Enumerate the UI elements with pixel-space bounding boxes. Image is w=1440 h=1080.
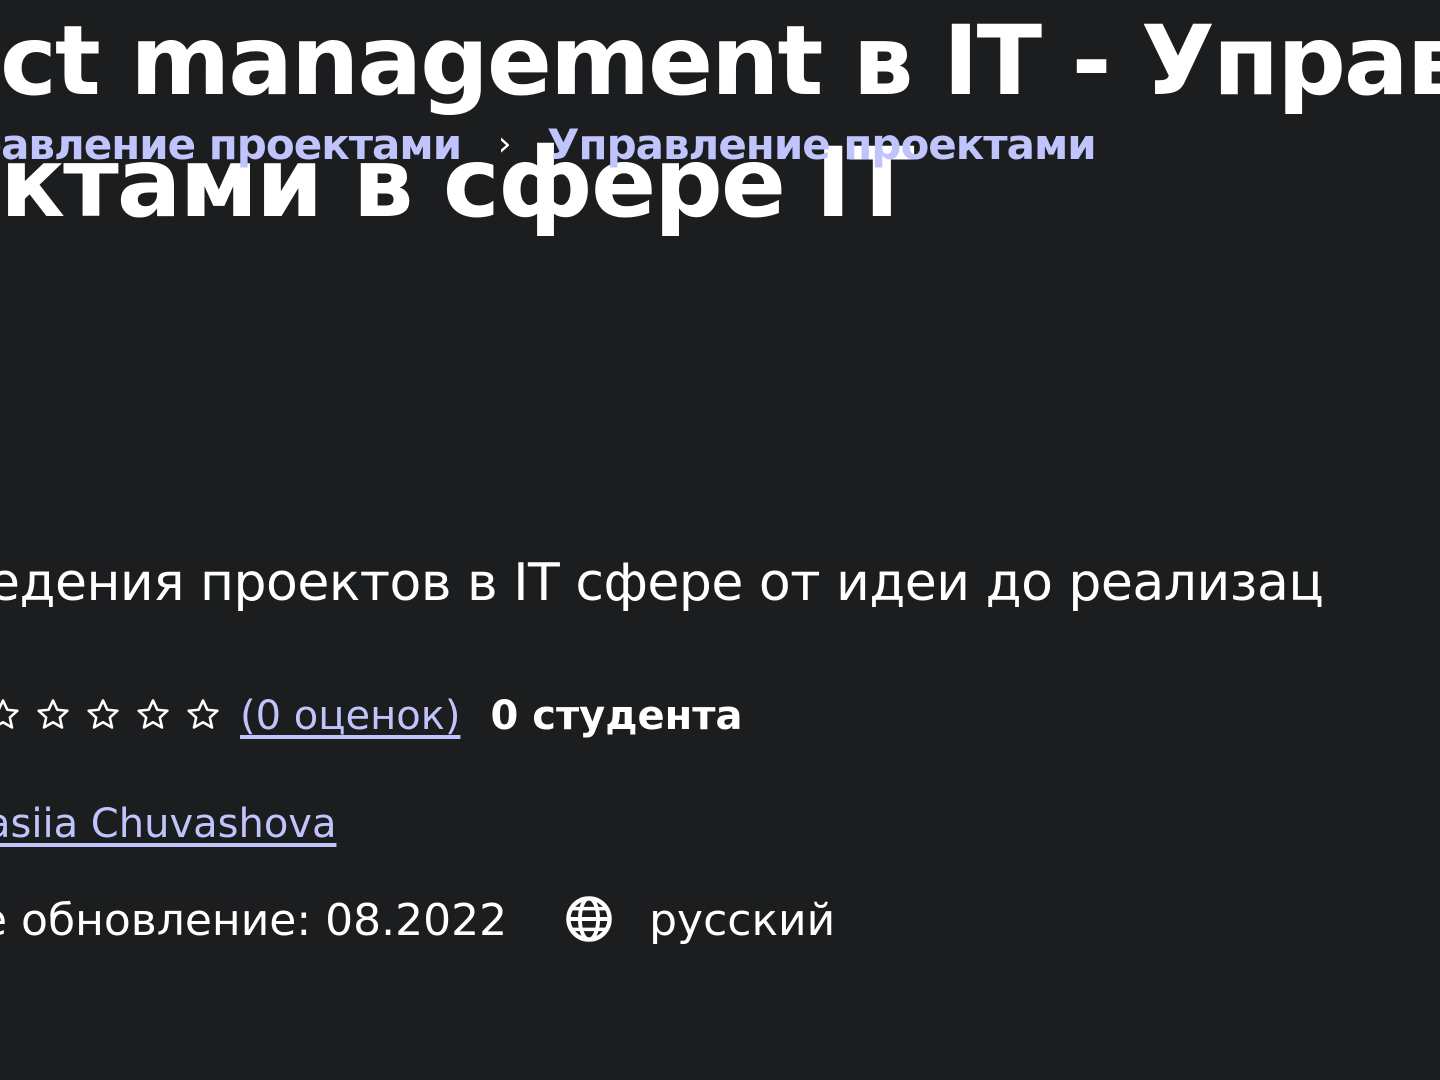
globe-icon bbox=[563, 893, 617, 947]
students-count: 0 студента bbox=[490, 693, 743, 739]
star-outline-icon bbox=[178, 696, 228, 736]
breadcrumb: равление проектами › Управление проектам… bbox=[0, 112, 1097, 176]
star-outline-icon bbox=[0, 696, 28, 736]
star-outline-icon bbox=[78, 696, 128, 736]
star-rating bbox=[0, 696, 228, 736]
star-outline-icon bbox=[28, 696, 78, 736]
course-subtitle: едения проектов в IT сфере от идеи до ре… bbox=[0, 553, 1324, 613]
breadcrumb-item-parent[interactable]: равление проектами bbox=[0, 120, 462, 169]
instructor-link[interactable]: asiia Chuvashova bbox=[0, 801, 336, 847]
breadcrumb-item-current[interactable]: Управление проектами bbox=[547, 120, 1097, 169]
page-title-line: ct management в IT - Управл bbox=[0, 5, 1440, 117]
course-language: русский bbox=[649, 894, 836, 946]
star-outline-icon bbox=[128, 696, 178, 736]
last-updated: е обновление: 08.2022 bbox=[0, 894, 508, 946]
course-meta-row: е обновление: 08.2022 русский bbox=[0, 888, 835, 952]
ratings-count-link[interactable]: (0 оценок) bbox=[240, 693, 460, 739]
rating-row: (0 оценок) 0 студента bbox=[0, 688, 742, 744]
breadcrumb-separator-icon: › bbox=[497, 124, 512, 164]
instructor-row: asiia Chuvashova bbox=[0, 796, 336, 852]
course-header: равление проектами › Управление проектам… bbox=[0, 0, 1440, 1080]
